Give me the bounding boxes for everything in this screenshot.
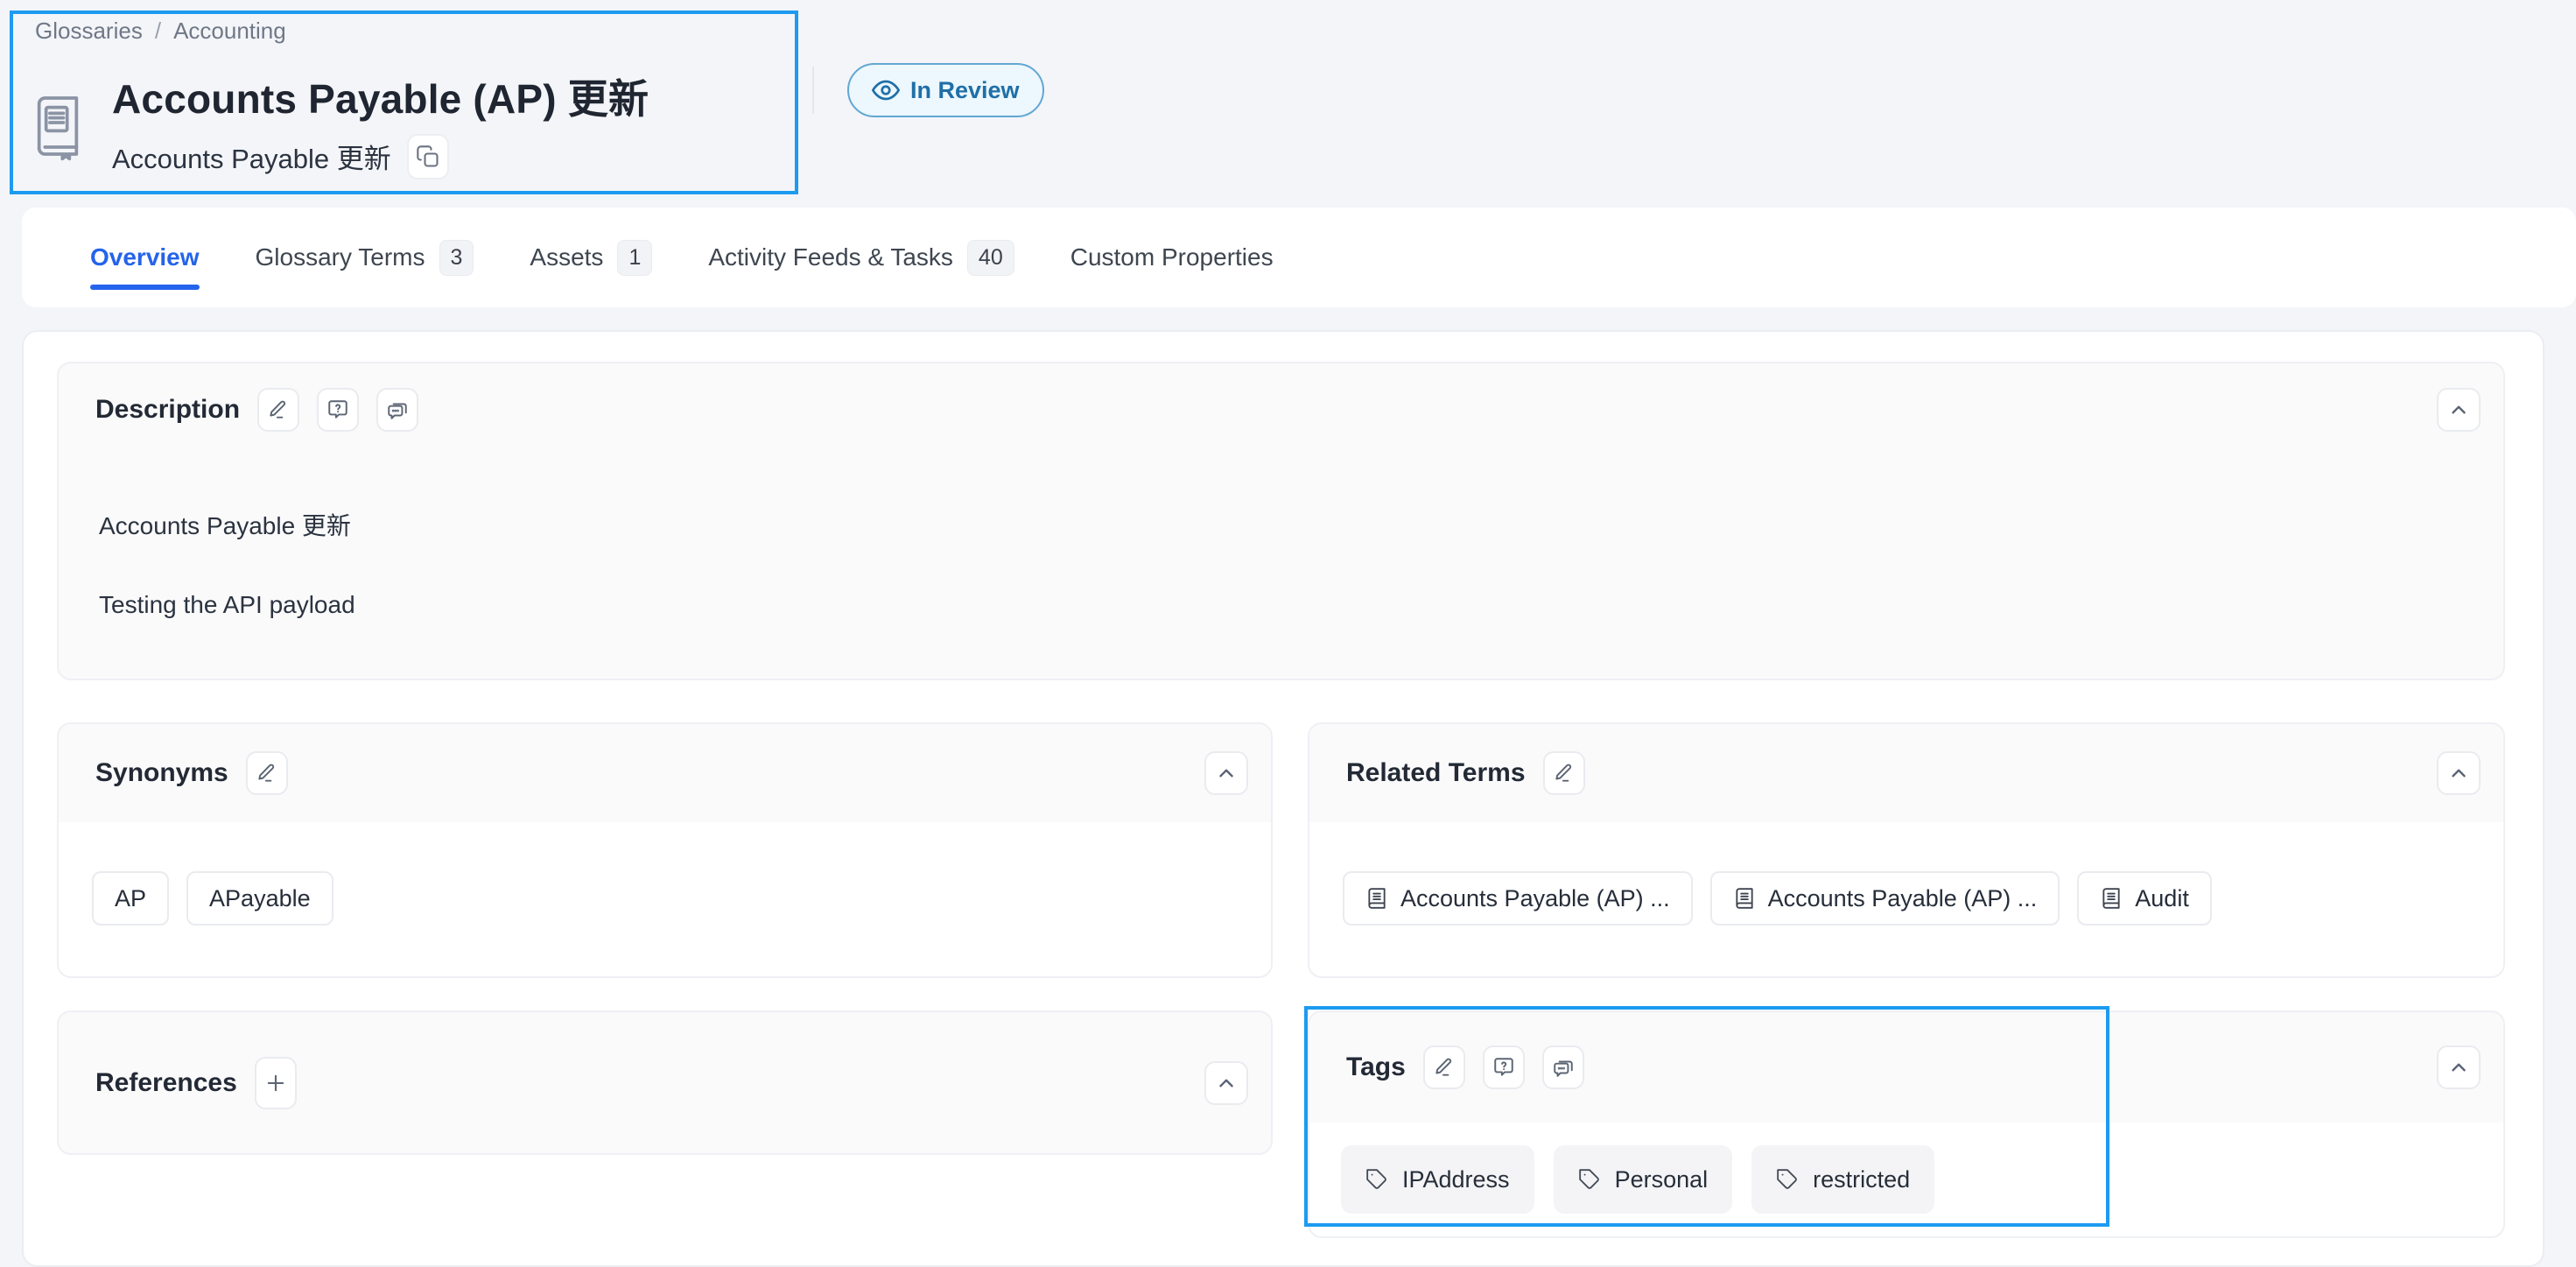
related-term-label: Audit — [2135, 885, 2189, 912]
header-divider — [812, 67, 814, 114]
breadcrumb-accounting[interactable]: Accounting — [173, 18, 286, 45]
synonyms-card: Synonyms AP APayable — [57, 722, 1273, 978]
status-badge-label: In Review — [910, 77, 1020, 104]
edit-tags-button[interactable] — [1423, 1045, 1465, 1089]
tab-count-badge: 1 — [617, 240, 652, 276]
overview-panel: Description — [22, 330, 2544, 1267]
tab-bar: Overview Glossary Terms 3 Assets 1 Activ… — [22, 208, 2576, 307]
breadcrumb-glossaries[interactable]: Glossaries — [35, 18, 143, 45]
request-question-button[interactable] — [1483, 1045, 1525, 1089]
references-card: References — [57, 1010, 1273, 1155]
synonym-chip[interactable]: APayable — [186, 871, 333, 926]
tab-label: Overview — [90, 243, 200, 271]
tab-glossary-terms[interactable]: Glossary Terms 3 — [256, 208, 474, 307]
tab-label: Assets — [530, 243, 603, 271]
references-title: References — [95, 1068, 237, 1098]
tab-count-badge: 40 — [967, 240, 1014, 276]
edit-related-terms-button[interactable] — [1543, 751, 1585, 795]
page-subtitle: Accounts Payable 更新 — [112, 137, 391, 176]
tag-label: IPAddress — [1402, 1166, 1510, 1193]
related-term-label: Accounts Payable (AP) ... — [1768, 885, 2038, 912]
tags-title: Tags — [1346, 1052, 1406, 1082]
comments-button[interactable] — [1542, 1045, 1584, 1089]
term-book-icon — [1733, 887, 1756, 910]
related-term-chip[interactable]: Accounts Payable (AP) ... — [1710, 871, 2060, 926]
description-paragraph: Accounts Payable 更新 — [99, 507, 2463, 542]
tab-label: Glossary Terms — [256, 243, 425, 271]
collapse-references-button[interactable] — [1204, 1061, 1248, 1105]
tag-chip[interactable]: IPAddress — [1341, 1145, 1534, 1214]
related-term-chip[interactable]: Audit — [2077, 871, 2212, 926]
description-paragraph: Testing the API payload — [99, 591, 2463, 619]
glossary-term-book-icon — [30, 91, 86, 179]
tags-card: Tags — [1308, 1010, 2505, 1238]
tag-chip[interactable]: restricted — [1751, 1145, 1934, 1214]
edit-synonyms-button[interactable] — [246, 751, 288, 795]
term-book-icon — [2100, 887, 2123, 910]
comments-button[interactable] — [376, 388, 418, 432]
collapse-related-terms-button[interactable] — [2437, 751, 2481, 795]
related-term-chip[interactable]: Accounts Payable (AP) ... — [1343, 871, 1693, 926]
add-reference-button[interactable] — [255, 1057, 297, 1109]
tab-custom-properties[interactable]: Custom Properties — [1070, 208, 1274, 307]
related-terms-card: Related Terms Accounts Payable (AP) ... — [1308, 722, 2505, 978]
term-book-icon — [1365, 887, 1388, 910]
tab-assets[interactable]: Assets 1 — [530, 208, 652, 307]
status-badge[interactable]: In Review — [847, 63, 1044, 117]
description-title: Description — [95, 395, 240, 425]
breadcrumb-separator: / — [155, 18, 161, 45]
tab-overview[interactable]: Overview — [90, 208, 200, 307]
tag-label: Personal — [1615, 1166, 1709, 1193]
edit-description-button[interactable] — [257, 388, 299, 432]
collapse-description-button[interactable] — [2437, 388, 2481, 432]
related-term-label: Accounts Payable (AP) ... — [1400, 885, 1670, 912]
tab-label: Custom Properties — [1070, 243, 1274, 271]
tag-chip[interactable]: Personal — [1554, 1145, 1733, 1214]
related-terms-title: Related Terms — [1346, 758, 1526, 788]
tag-icon — [1578, 1168, 1601, 1191]
tag-icon — [1365, 1168, 1388, 1191]
tab-label: Activity Feeds & Tasks — [708, 243, 953, 271]
tab-count-badge: 3 — [439, 240, 474, 276]
tag-label: restricted — [1813, 1166, 1910, 1193]
description-card: Description — [57, 362, 2505, 680]
breadcrumb: Glossaries / Accounting — [35, 18, 286, 45]
collapse-synonyms-button[interactable] — [1204, 751, 1248, 795]
tag-icon — [1776, 1168, 1799, 1191]
page-title: Accounts Payable (AP) 更新 — [112, 77, 649, 122]
collapse-tags-button[interactable] — [2437, 1045, 2481, 1089]
synonyms-title: Synonyms — [95, 758, 228, 788]
synonym-chip[interactable]: AP — [92, 871, 169, 926]
eye-icon — [872, 76, 900, 104]
request-question-button[interactable] — [317, 388, 359, 432]
tab-activity-feeds-tasks[interactable]: Activity Feeds & Tasks 40 — [708, 208, 1014, 307]
copy-name-button[interactable] — [407, 134, 449, 179]
